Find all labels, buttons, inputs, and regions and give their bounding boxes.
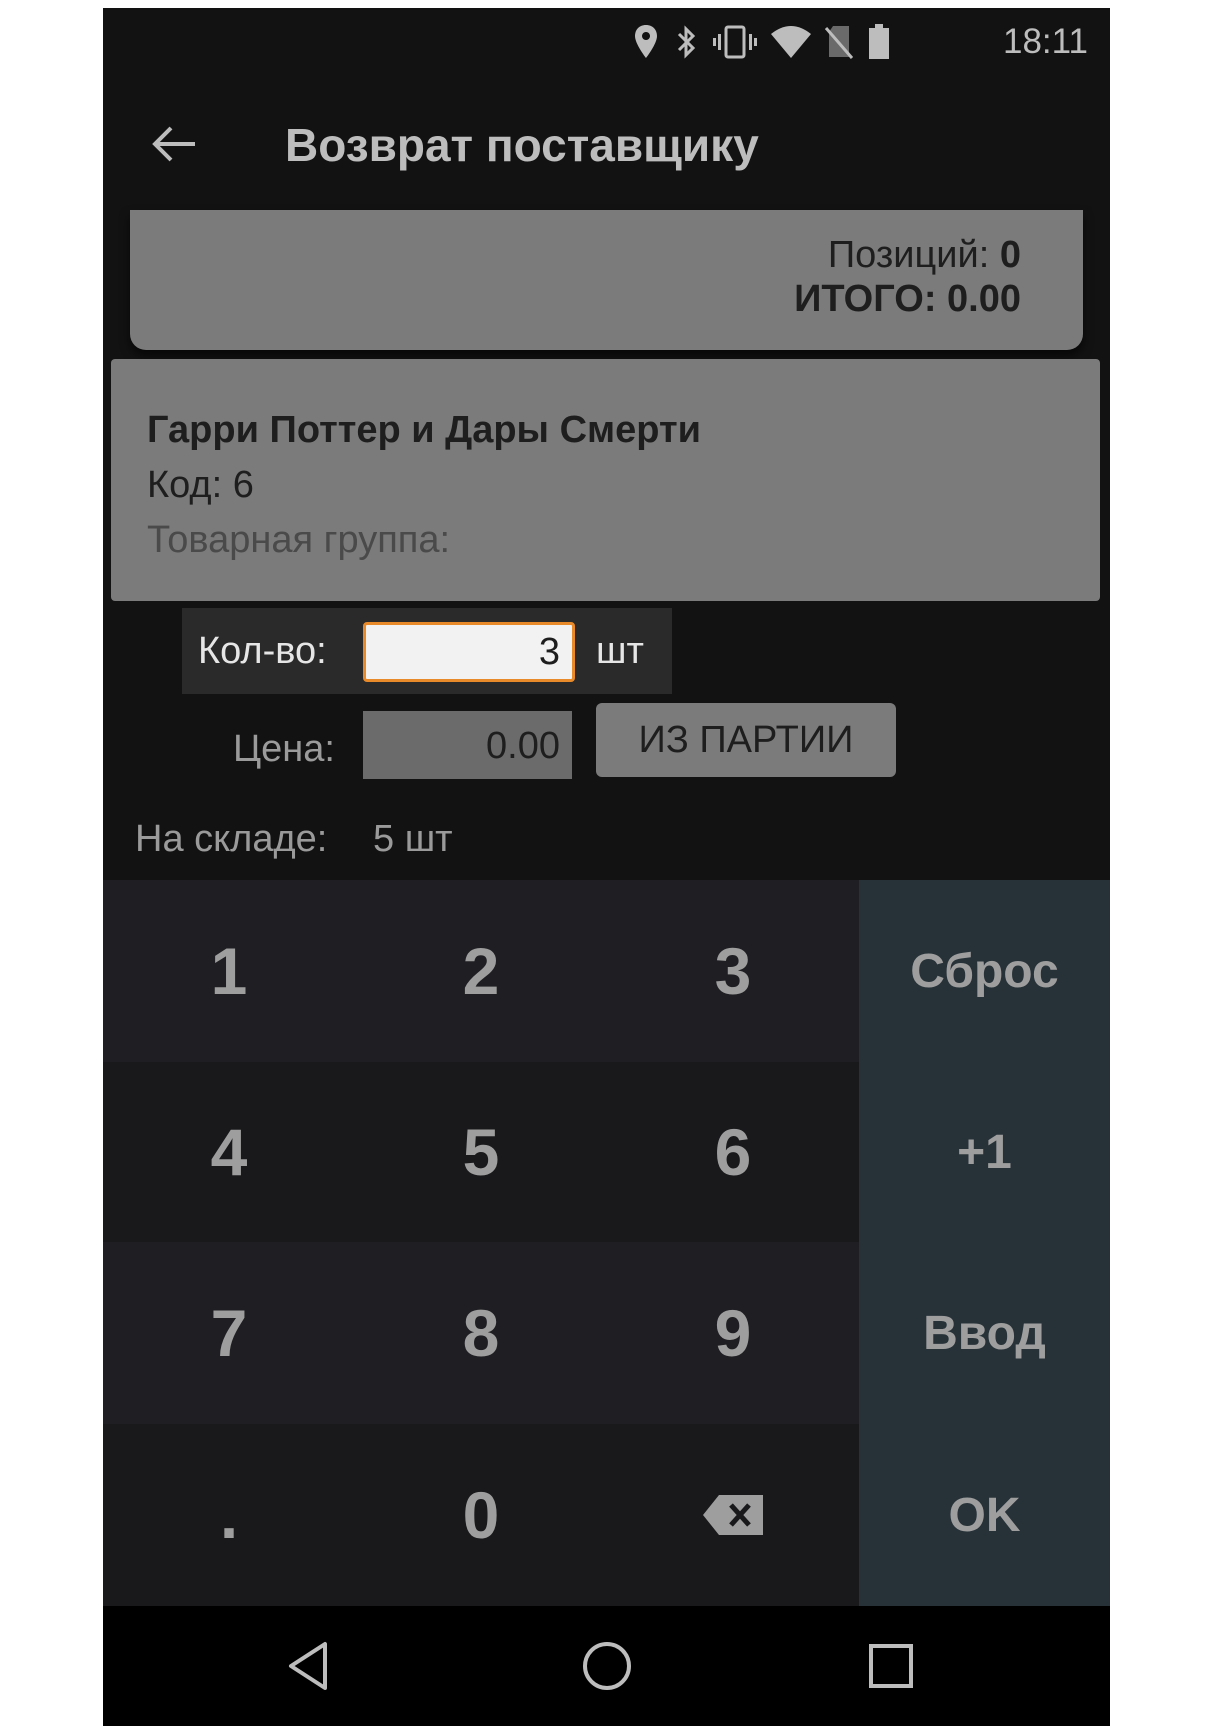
product-code: Код: 6 bbox=[147, 464, 254, 506]
key-7[interactable]: 7 bbox=[103, 1242, 355, 1424]
key-4[interactable]: 4 bbox=[103, 1062, 355, 1242]
stock-label: На складе: bbox=[135, 818, 328, 860]
backspace-icon bbox=[703, 1495, 763, 1535]
total-line: ИТОГО: 0.00 bbox=[794, 278, 1021, 321]
quantity-label: Кол-во: bbox=[198, 630, 327, 672]
numeric-keypad: 1 2 3 Сброс 4 5 6 +1 7 8 9 Ввод . 0 OK bbox=[103, 880, 1110, 1606]
backspace-key[interactable] bbox=[607, 1424, 859, 1606]
key-3[interactable]: 3 bbox=[607, 880, 859, 1062]
product-group: Товарная группа: bbox=[147, 519, 451, 561]
back-arrow-icon[interactable] bbox=[151, 124, 197, 164]
status-bar: 18:11 bbox=[103, 8, 1110, 78]
quantity-input[interactable] bbox=[363, 622, 575, 682]
reset-button[interactable]: Сброс bbox=[859, 880, 1110, 1062]
key-0[interactable]: 0 bbox=[355, 1424, 607, 1606]
quantity-row: Кол-во: шт bbox=[182, 608, 672, 694]
no-sim-icon bbox=[825, 26, 853, 59]
system-nav-bar bbox=[103, 1606, 1110, 1726]
positions-line: Позиций: 0 bbox=[828, 234, 1021, 277]
positions-value: 0 bbox=[999, 234, 1021, 276]
price-label: Цена: bbox=[233, 728, 335, 770]
page-title: Возврат поставщику bbox=[285, 119, 759, 171]
nav-back-icon[interactable] bbox=[281, 1638, 337, 1694]
total-label: ИТОГО: bbox=[794, 278, 937, 320]
location-icon bbox=[635, 25, 657, 58]
product-card: Гарри Поттер и Дары Смерти Код: 6 Товарн… bbox=[111, 359, 1100, 601]
clock: 18:11 bbox=[1003, 22, 1088, 61]
nav-home-icon[interactable] bbox=[579, 1638, 635, 1694]
key-6[interactable]: 6 bbox=[607, 1062, 859, 1242]
wifi-icon bbox=[771, 26, 811, 58]
enter-button[interactable]: Ввод bbox=[859, 1242, 1110, 1424]
quantity-unit: шт bbox=[596, 630, 644, 672]
stock-value: 5 шт bbox=[373, 818, 453, 860]
plus-one-button[interactable]: +1 bbox=[859, 1062, 1110, 1242]
vibrate-icon bbox=[713, 25, 757, 59]
total-value: 0.00 bbox=[947, 278, 1021, 320]
summary-card: Позиций: 0 ИТОГО: 0.00 bbox=[130, 210, 1083, 350]
key-decimal[interactable]: . bbox=[103, 1424, 355, 1606]
key-9[interactable]: 9 bbox=[607, 1242, 859, 1424]
phone-screen: 18:11 Возврат поставщику Позиций: 0 ИТОГ… bbox=[103, 8, 1110, 1726]
key-1[interactable]: 1 bbox=[103, 880, 355, 1062]
battery-icon bbox=[869, 24, 889, 59]
from-batch-button[interactable]: ИЗ ПАРТИИ bbox=[596, 703, 896, 777]
key-2[interactable]: 2 bbox=[355, 880, 607, 1062]
bluetooth-icon bbox=[677, 25, 696, 59]
ok-button[interactable]: OK bbox=[859, 1424, 1110, 1606]
positions-label: Позиций: bbox=[827, 234, 990, 276]
app-bar: Возврат поставщику bbox=[103, 78, 1110, 208]
product-name: Гарри Поттер и Дары Смерти bbox=[147, 409, 701, 451]
price-field[interactable]: 0.00 bbox=[363, 711, 572, 779]
nav-recents-icon[interactable] bbox=[863, 1638, 919, 1694]
key-8[interactable]: 8 bbox=[355, 1242, 607, 1424]
key-5[interactable]: 5 bbox=[355, 1062, 607, 1242]
